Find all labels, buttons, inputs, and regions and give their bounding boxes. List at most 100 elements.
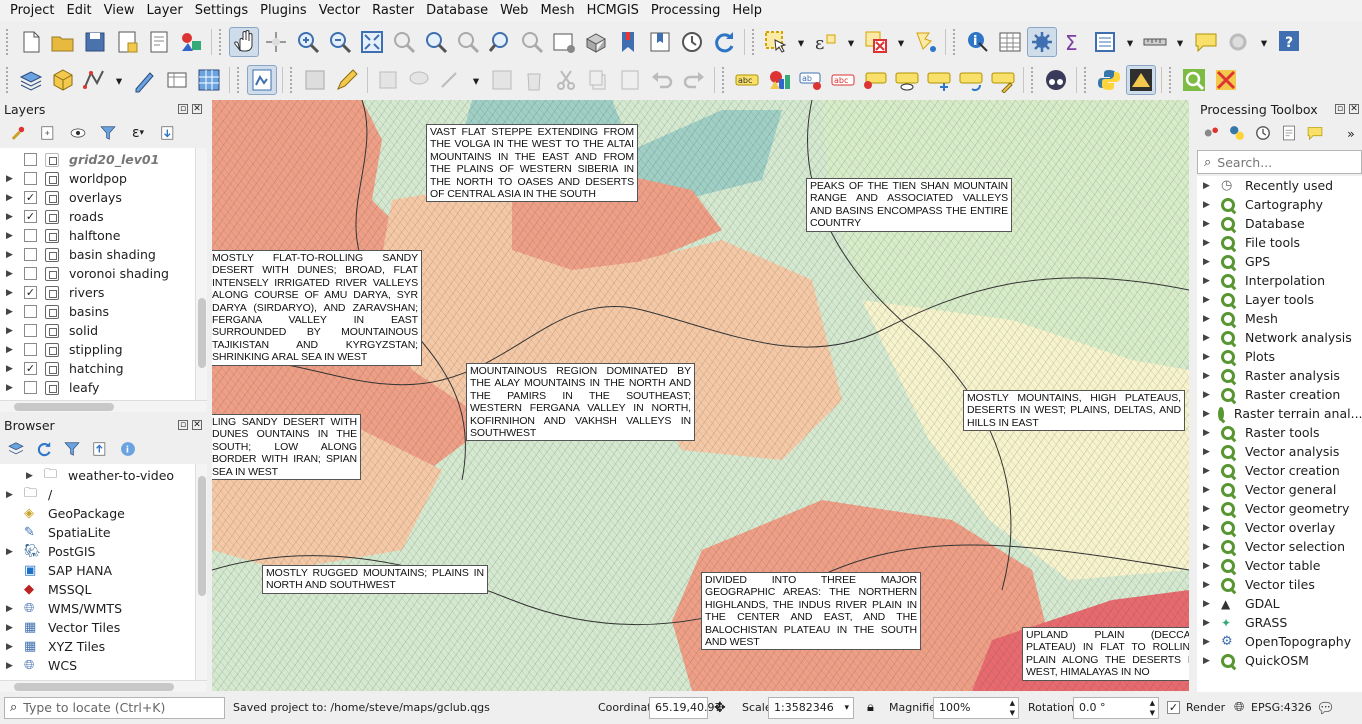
zoom-out-icon[interactable] xyxy=(325,27,355,57)
expand-arrow-icon[interactable]: ▶ xyxy=(1203,219,1213,229)
rotation-field[interactable]: 0.0 ° ▲ ▼ xyxy=(1073,697,1159,719)
layer-visibility-checkbox[interactable]: ✓ xyxy=(24,286,37,299)
menu-plugins[interactable]: Plugins xyxy=(254,0,313,22)
expand-arrow-icon[interactable]: ▶ xyxy=(1203,257,1213,267)
layer-item[interactable]: ▶ ✓ roads xyxy=(0,207,195,226)
expand-arrow-icon[interactable]: ▶ xyxy=(1203,504,1213,514)
browser-item[interactable]: ◆ MSSQL xyxy=(0,580,195,599)
save-edits-icon[interactable] xyxy=(300,65,330,95)
new-map-view-icon[interactable] xyxy=(549,27,579,57)
toolbox-item[interactable]: ▶ Vector creation xyxy=(1197,461,1362,480)
browser-item[interactable]: ✎ SpatiaLite xyxy=(0,523,195,542)
scripts-icon[interactable] xyxy=(1226,122,1248,144)
toolbox-item[interactable]: ▶ Raster analysis xyxy=(1197,366,1362,385)
statistics-icon[interactable]: Σ xyxy=(1059,27,1089,57)
browser-item[interactable]: ▣ SAP HANA xyxy=(0,561,195,580)
pin-labels-icon[interactable] xyxy=(860,65,890,95)
render-checkbox[interactable]: ✓ xyxy=(1167,701,1180,714)
rotate-label-icon[interactable] xyxy=(956,65,986,95)
expand-arrow-icon[interactable]: ▶ xyxy=(1203,637,1213,647)
toolbox-item[interactable]: ▶ Vector table xyxy=(1197,556,1362,575)
expand-arrow-icon[interactable]: ▶ xyxy=(1203,181,1213,191)
layer-styling-icon[interactable] xyxy=(4,122,32,144)
layout-manager-icon[interactable] xyxy=(144,27,174,57)
redo-icon[interactable] xyxy=(679,65,709,95)
toolbox-item[interactable]: ▶ Database xyxy=(1197,214,1362,233)
select-dropdown-icon[interactable]: ▾ xyxy=(792,27,810,57)
expand-arrow-icon[interactable]: ▶ xyxy=(1203,314,1213,324)
new-3d-view-icon[interactable] xyxy=(581,27,611,57)
gdal-tools-icon[interactable] xyxy=(1126,65,1156,95)
map-canvas[interactable]: Vast flat steppe extending from the Volg… xyxy=(212,100,1189,691)
toolbox-item[interactable]: ▶ ▲ GDAL xyxy=(1197,594,1362,613)
expand-arrow-icon[interactable]: ▶ xyxy=(1203,485,1213,495)
expand-arrow-icon[interactable]: ▶ xyxy=(1203,276,1213,286)
expand-arrow-icon[interactable]: ▶ xyxy=(1203,580,1213,590)
toolbox-item[interactable]: ▶ Mesh xyxy=(1197,309,1362,328)
layer-visibility-checkbox[interactable]: ✓ xyxy=(24,362,37,375)
show-hide-labels-icon[interactable] xyxy=(892,65,922,95)
digitize-dropdown-icon[interactable]: ▾ xyxy=(110,65,128,95)
layers-vscroll[interactable] xyxy=(195,148,207,400)
layer-item[interactable]: ▶ voronoi shading xyxy=(0,264,195,283)
expand-arrow-icon[interactable]: ▶ xyxy=(1203,295,1213,305)
toolbox-item[interactable]: ▶ Vector overlay xyxy=(1197,518,1362,537)
zoom-full-icon[interactable] xyxy=(357,27,387,57)
toolbox-item[interactable]: ▶ Vector selection xyxy=(1197,537,1362,556)
browser-item[interactable]: ▶ ▦ Vector Tiles xyxy=(0,618,195,637)
deselect-icon[interactable] xyxy=(862,27,890,57)
coordinate-field[interactable]: 65.19,40.97 xyxy=(649,697,721,719)
filter-expression-icon[interactable]: ε ▾ xyxy=(124,122,152,144)
menu-edit[interactable]: Edit xyxy=(60,0,97,22)
highlight-pinned-labels-icon[interactable]: ab xyxy=(796,65,826,95)
new-project-icon[interactable] xyxy=(16,27,46,57)
expand-arrow-icon[interactable]: ▶ xyxy=(6,193,16,203)
select-location-icon[interactable] xyxy=(912,27,940,57)
menu-vector[interactable]: Vector xyxy=(313,0,366,22)
digitize-icon[interactable] xyxy=(80,65,108,95)
expand-arrow-icon[interactable]: ▶ xyxy=(1203,618,1213,628)
spin-icon[interactable]: ▲ ▼ xyxy=(1150,698,1155,718)
browser-item[interactable]: ◈ GeoPackage xyxy=(0,504,195,523)
layer-item[interactable]: ▶ leafy xyxy=(0,378,195,397)
new-geopackage-layer-icon[interactable] xyxy=(48,65,78,95)
select-features-icon[interactable] xyxy=(762,27,790,57)
pan-map-icon[interactable] xyxy=(229,27,259,57)
undo-icon[interactable] xyxy=(647,65,677,95)
zoom-to-layer-icon[interactable] xyxy=(421,27,451,57)
toolbox-item[interactable]: ▶ Vector tiles xyxy=(1197,575,1362,594)
expand-arrow-icon[interactable]: ▶ xyxy=(6,174,16,184)
expand-arrow-icon[interactable]: ▶ xyxy=(1203,523,1213,533)
expand-all-icon[interactable] xyxy=(154,122,182,144)
toolbox-search-input[interactable]: Search... xyxy=(1217,155,1272,170)
layer-visibility-checkbox[interactable] xyxy=(24,229,37,242)
vertex-dropdown-icon[interactable]: ▾ xyxy=(467,65,485,95)
expand-arrow-icon[interactable]: ▶ xyxy=(6,642,16,652)
layer-visibility-checkbox[interactable] xyxy=(24,324,37,337)
layers-hscroll[interactable] xyxy=(0,400,207,412)
menu-settings[interactable]: Settings xyxy=(189,0,254,22)
expand-arrow-icon[interactable]: ▶ xyxy=(6,547,16,557)
menu-mesh[interactable]: Mesh xyxy=(534,0,580,22)
toolbox-item[interactable]: ▶ File tools xyxy=(1197,233,1362,252)
quickosm-icon[interactable] xyxy=(1179,65,1209,95)
toolbox-item[interactable]: ▶ Cartography xyxy=(1197,195,1362,214)
expand-arrow-icon[interactable]: ▶ xyxy=(1203,409,1210,419)
processing-toolbox-icon[interactable] xyxy=(1027,27,1057,57)
browser-item[interactable]: ▶ 🌐︎ WCS xyxy=(0,656,195,675)
zoom-last-icon[interactable] xyxy=(485,27,515,57)
expand-arrow-icon[interactable]: ▶ xyxy=(1203,466,1213,476)
layer-visibility-checkbox[interactable]: ✓ xyxy=(24,191,37,204)
layer-visibility-checkbox[interactable] xyxy=(24,305,37,318)
python-console-icon[interactable] xyxy=(1094,65,1124,95)
refresh-icon[interactable] xyxy=(709,27,739,57)
zoom-in-icon[interactable] xyxy=(293,27,323,57)
locator-input[interactable]: Type to locate (Ctrl+K) xyxy=(23,698,165,718)
new-print-layout-icon[interactable] xyxy=(112,27,142,57)
expand-arrow-icon[interactable]: ▶ xyxy=(1203,333,1213,343)
messages-icon[interactable]: 💬︎ xyxy=(1316,697,1335,719)
layer-item[interactable]: grid20_lev01 xyxy=(0,150,195,169)
expand-arrow-icon[interactable]: ▶ xyxy=(1203,238,1213,248)
menu-project[interactable]: Project xyxy=(4,0,60,22)
menu-database[interactable]: Database xyxy=(420,0,494,22)
